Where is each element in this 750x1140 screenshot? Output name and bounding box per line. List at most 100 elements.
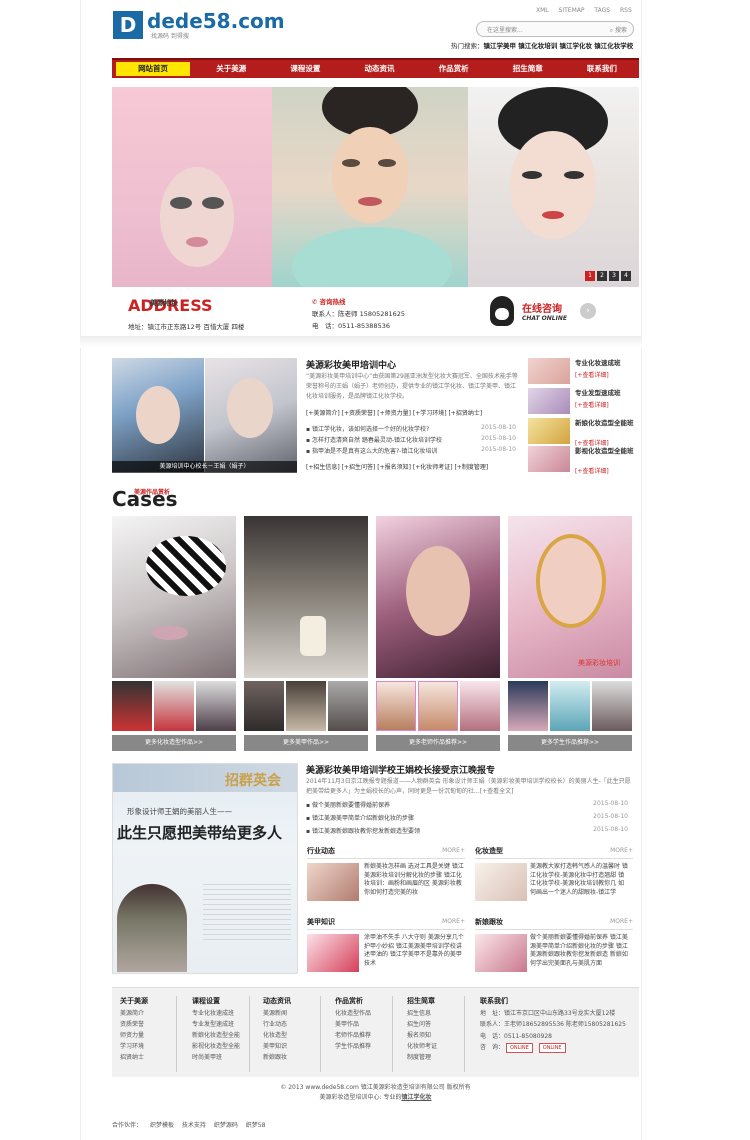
hot-search-items[interactable]: 镇江学美甲 镇江化妆培训 镇江学化妆 镇江化妆学校 [484, 42, 634, 50]
nav-courses[interactable]: 课程设置 [268, 60, 342, 78]
box-makeup-thumb[interactable] [475, 863, 527, 901]
footer-link[interactable]: 新娘跟妆 [263, 1052, 291, 1063]
case-thumb[interactable] [550, 681, 590, 731]
nav-enroll[interactable]: 招生简章 [491, 60, 565, 78]
footer-link[interactable]: 时尚美甲班 [192, 1052, 240, 1063]
footer-link[interactable]: 美源新闻 [263, 1008, 291, 1019]
case-teacher-main[interactable] [376, 516, 500, 678]
chat-online[interactable]: 在线咨询 CHAT ONLINE › [490, 296, 600, 326]
footer-link[interactable]: 学生作品推荐 [335, 1041, 371, 1052]
partner-link[interactable]: 织梦源码 [214, 1122, 238, 1129]
course-more-link[interactable]: [+查看详细] [575, 466, 609, 475]
footer-link[interactable]: 化妆师考证 [407, 1041, 437, 1052]
banner-dot-4[interactable]: 4 [621, 271, 631, 281]
footer-link[interactable]: 学习环境 [120, 1041, 148, 1052]
more-link[interactable]: MORE+ [442, 918, 465, 925]
case-thumb[interactable] [154, 681, 194, 731]
footer-link[interactable]: 美甲作品 [335, 1019, 371, 1030]
case-thumb[interactable] [286, 681, 326, 731]
more-student-button[interactable]: 更多学生作品推荐>> [508, 735, 632, 751]
footer-link[interactable]: 资质荣誉 [120, 1019, 148, 1030]
course-item-bridal[interactable]: 新娘化妆造型全能班 [+查看详细] [528, 418, 640, 447]
box-industry-text[interactable]: 新娘美妆怎样画 选对工具是关键 镇江美源彩妆培训分解化妆的步骤 镇江化妆培训：画… [364, 863, 464, 897]
more-makeup-button[interactable]: 更多化妆造型作品>> [112, 735, 236, 751]
box-bridal-text[interactable]: 做个美丽新娘要懂得婚前保养 镇江美源美甲简单介绍新娘化妆的步骤 镇江美源新娘跟妆… [530, 934, 630, 968]
nav-about[interactable]: 关于美源 [194, 60, 268, 78]
footer-link[interactable]: 专业化妆速成班 [192, 1008, 240, 1019]
rss-link[interactable]: RSS [620, 7, 632, 14]
footer-link[interactable]: 招贤纳士 [120, 1052, 148, 1063]
box-makeup-text[interactable]: 美源教大家打造韩气感人的温馨时 镇江化妆学校-美源化妆中打造翘甜 镇江化妆学校-… [530, 863, 630, 897]
course-item-makeup[interactable]: 专业化妆速成班 [+查看详细] [528, 358, 640, 384]
hero-banner[interactable]: 1 2 3 4 [112, 87, 639, 287]
about-tags[interactable]: [+美源简介] [+资质荣誉] [+师资力量] [+学习环境] [+招贤纳士] [306, 408, 482, 417]
school-news-3[interactable]: ▪ 镇江美源新娘跟妆教你挖发新娘造型要领 2015-08-10 [306, 826, 628, 835]
box-bridal-thumb[interactable] [475, 934, 527, 972]
qq-online-button[interactable]: ONLINE [538, 1043, 566, 1053]
case-thumb[interactable] [112, 681, 152, 731]
course-item-hair[interactable]: 专业发型速成班 [+查看详细] [528, 388, 640, 414]
footer-link[interactable]: 美源简介 [120, 1008, 148, 1019]
box-industry-thumb[interactable] [307, 863, 359, 901]
footer-link[interactable]: 专业发型速成班 [192, 1019, 240, 1030]
more-nail-button[interactable]: 更多美甲作品>> [244, 735, 368, 751]
about-news-1[interactable]: ▪ 镇江学化妆，该如何选择一个好的化妆学校? 2015-08-10 [306, 424, 520, 433]
footer-link[interactable]: 制度管理 [407, 1052, 437, 1063]
banner-dot-1[interactable]: 1 [585, 271, 595, 281]
footer-link[interactable]: 化妆造型作品 [335, 1008, 371, 1019]
nav-works[interactable]: 作品赏析 [417, 60, 491, 78]
site-logo[interactable]: D dede58.com 找源码 到得搜 [113, 9, 285, 41]
case-thumb[interactable] [328, 681, 368, 731]
more-link[interactable]: MORE+ [442, 847, 465, 854]
case-student-main[interactable]: 美源彩妆培训 [508, 516, 632, 678]
about-news-2[interactable]: ▪ 怎样打造清爽自然 踏春最灵动-镇江化妆培训学校 2015-08-10 [306, 435, 520, 444]
school-news-2[interactable]: ▪ 镇江美源美甲简单介绍新娘化妆的步骤 2015-08-10 [306, 813, 628, 822]
nav-home[interactable]: 网站首页 [116, 62, 191, 76]
case-thumb[interactable] [244, 681, 284, 731]
xml-link[interactable]: XML [536, 7, 549, 14]
search-button[interactable]: ⌕ 搜索 [610, 25, 627, 35]
case-thumb[interactable] [376, 681, 416, 731]
footer-link[interactable]: 美甲知识 [263, 1041, 291, 1052]
sitemap-link[interactable]: SITEMAP [559, 7, 585, 14]
about-title[interactable]: 美源彩妆美甲培训中心 [306, 358, 396, 371]
footer-link[interactable]: 招生信息 [407, 1008, 437, 1019]
case-thumb[interactable] [592, 681, 632, 731]
more-link[interactable]: MORE+ [610, 847, 633, 854]
case-nail-main[interactable] [244, 516, 368, 678]
footer-link[interactable]: 师资力量 [120, 1030, 148, 1041]
enroll-tags[interactable]: [+招生信息] [+招生问答] [+报名须知] [+化妆师考证] [+制度管理] [306, 462, 488, 471]
partner-link[interactable]: 技术支持 [182, 1122, 206, 1129]
banner-dot-2[interactable]: 2 [597, 271, 607, 281]
box-nail-thumb[interactable] [307, 934, 359, 972]
footer-link[interactable]: 化妆造型 [263, 1030, 291, 1041]
copyright-link[interactable]: 镇江学化妆 [401, 1094, 431, 1101]
more-teacher-button[interactable]: 更多老师作品推荐>> [376, 735, 500, 751]
case-thumb[interactable] [460, 681, 500, 731]
case-thumb[interactable] [508, 681, 548, 731]
school-title[interactable]: 美源彩妆美甲培训学校王娟校长接受京江晚报专 [306, 763, 495, 776]
course-more-link[interactable]: [+查看详细] [575, 370, 609, 379]
footer-link[interactable]: 行业动态 [263, 1019, 291, 1030]
case-thumb[interactable] [196, 681, 236, 731]
footer-link[interactable]: 报名须知 [407, 1030, 437, 1041]
chevron-right-icon[interactable]: › [580, 303, 596, 319]
case-thumb[interactable] [418, 681, 458, 731]
qq-online-button[interactable]: ONLINE [505, 1043, 533, 1053]
course-more-link[interactable]: [+查看详细] [575, 400, 609, 409]
partner-link[interactable]: 织梦模板 [150, 1122, 174, 1129]
box-nail-text[interactable]: 涂甲油不失手 八大守则 美源分享几个护甲小妙招 镇江美源美甲培训学校讲述甲油的 … [364, 934, 464, 968]
about-news-3[interactable]: ▪ 指甲油是不是真有这么大的危害?-镇江化妆培训 2015-08-10 [306, 446, 520, 455]
partner-link[interactable]: 织梦58 [246, 1122, 266, 1129]
case-makeup-main[interactable] [112, 516, 236, 678]
school-news-1[interactable]: ▪ 做个美丽新娘要懂得婚前保养 2015-08-10 [306, 800, 628, 809]
nav-contact[interactable]: 联系我们 [565, 60, 639, 78]
nav-news[interactable]: 动态资讯 [342, 60, 416, 78]
search-input[interactable]: 在这里搜索... [487, 25, 523, 34]
more-link[interactable]: MORE+ [610, 918, 633, 925]
newspaper-feature-image[interactable]: 招群英会 形象设计师王娟的美丽人生—— 此生只愿把美带给更多人 [112, 763, 298, 974]
banner-dot-3[interactable]: 3 [609, 271, 619, 281]
tags-link[interactable]: TAGS [594, 7, 610, 14]
footer-link[interactable]: 老师作品推荐 [335, 1030, 371, 1041]
footer-link[interactable]: 新娘化妆造型全能 [192, 1030, 240, 1041]
